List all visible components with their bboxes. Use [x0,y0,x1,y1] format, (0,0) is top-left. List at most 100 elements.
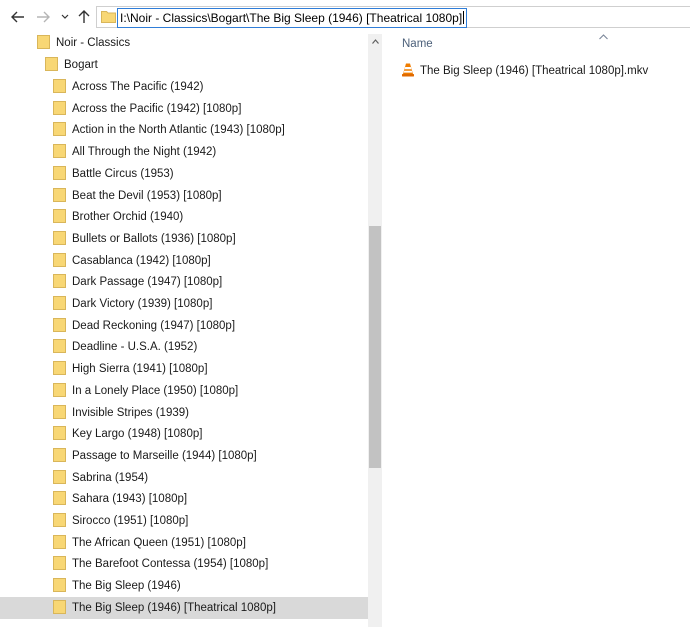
tree-item-label: In a Lonely Place (1950) [1080p] [72,385,239,397]
tree-item-label: Invisible Stripes (1939) [72,407,189,419]
tree-item[interactable]: Bullets or Ballots (1936) [1080p] [0,228,382,250]
tree-item-bogart[interactable]: Bogart [0,54,382,76]
navigation-pane: Noir - Classics Bogart Across The Pacifi… [0,34,382,627]
folder-icon [53,230,66,248]
folder-icon [53,490,66,508]
tree-item-label: The Big Sleep (1946) [72,580,181,592]
scroll-thumb[interactable] [369,226,381,468]
file-item[interactable]: The Big Sleep (1946) [Theatrical 1080p].… [401,62,648,80]
tree-item[interactable]: The Big Sleep (1946) [0,575,382,597]
tree-item-label: Bullets or Ballots (1936) [1080p] [72,233,236,245]
folder-icon [53,78,66,96]
tree-item[interactable]: Sirocco (1951) [1080p] [0,510,382,532]
folder-icon [53,143,66,161]
tree-item-label: Sirocco (1951) [1080p] [72,515,189,527]
forward-button[interactable] [32,8,54,26]
up-button[interactable] [74,8,94,26]
tree-item-label: Action in the North Atlantic (1943) [108… [72,124,285,136]
folder-icon [53,252,66,270]
tree-item[interactable]: High Sierra (1941) [1080p] [0,358,382,380]
tree-item-label: Brother Orchid (1940) [72,211,184,223]
chevron-down-icon [61,14,69,20]
arrow-up-icon [78,10,90,24]
folder-icon [53,534,66,552]
tree-item[interactable]: Dead Reckoning (1947) [1080p] [0,315,382,337]
tree-item-label: Casablanca (1942) [1080p] [72,255,211,267]
tree-item[interactable]: All Through the Night (1942) [0,141,382,163]
folder-icon [53,425,66,443]
tree-item[interactable]: Invisible Stripes (1939) [0,402,382,424]
tree-item-label: Sabrina (1954) [72,472,149,484]
tree-item-label: The African Queen (1951) [1080p] [72,537,246,549]
folder-icon [45,56,58,74]
tree-item[interactable]: Deadline - U.S.A. (1952) [0,336,382,358]
sort-ascending-icon [599,31,608,43]
folder-icon [53,447,66,465]
tree-item-label: All Through the Night (1942) [72,146,217,158]
tree-item[interactable]: Sabrina (1954) [0,467,382,489]
tree-item[interactable]: The Big Sleep (1946) [Theatrical 1080p] [0,597,382,619]
back-button[interactable] [7,8,29,26]
tree-item[interactable]: Beat the Devil (1953) [1080p] [0,185,382,207]
tree-item-label: Battle Circus (1953) [72,168,174,180]
folder-icon [53,187,66,205]
tree-item-label: Bogart [64,59,98,71]
tree-item[interactable]: Passage to Marseille (1944) [1080p] [0,445,382,467]
tree-item-label: Sahara (1943) [1080p] [72,493,188,505]
tree-item-label: Deadline - U.S.A. (1952) [72,341,198,353]
tree-item-label: Dark Victory (1939) [1080p] [72,298,213,310]
arrow-right-icon [36,11,50,23]
tree-item[interactable]: Across the Pacific (1942) [1080p] [0,98,382,120]
tree-item-label: High Sierra (1941) [1080p] [72,363,208,375]
recent-locations-button[interactable] [58,8,72,26]
tree-item[interactable]: Casablanca (1942) [1080p] [0,250,382,272]
tree-item[interactable]: The African Queen (1951) [1080p] [0,532,382,554]
tree-item-label: The Big Sleep (1946) [Theatrical 1080p] [72,602,276,614]
tree-item-label: Noir - Classics [56,37,131,49]
content-pane: Name The Big Sleep (1946) [Theatrical 10… [385,34,690,627]
nav-scrollbar[interactable] [368,34,382,627]
tree-item-label: Key Largo (1948) [1080p] [72,428,203,440]
column-header-label: Name [402,38,433,50]
folder-icon [101,10,116,26]
folder-icon [53,599,66,617]
folder-icon [53,360,66,378]
navigation-bar: I:\Noir - Classics\Bogart\The Big Sleep … [0,0,690,34]
folder-icon [53,577,66,595]
folder-icon [53,382,66,400]
vlc-cone-icon [401,62,415,80]
scroll-up-button[interactable] [368,34,382,48]
chevron-up-icon [371,35,379,47]
folder-icon [53,404,66,422]
folder-icon [53,165,66,183]
folder-icon [53,100,66,118]
tree-item[interactable]: Battle Circus (1953) [0,163,382,185]
arrow-left-icon [11,11,25,23]
tree-item[interactable]: Brother Orchid (1940) [0,206,382,228]
tree-item-label: Dark Passage (1947) [1080p] [72,276,223,288]
tree-item-label: Beat the Devil (1953) [1080p] [72,190,222,202]
folder-icon [53,555,66,573]
file-name: The Big Sleep (1946) [Theatrical 1080p].… [420,65,649,77]
tree-item-noir-classics[interactable]: Noir - Classics [0,34,382,54]
tree-item[interactable]: Action in the North Atlantic (1943) [108… [0,119,382,141]
tree-item[interactable]: In a Lonely Place (1950) [1080p] [0,380,382,402]
folder-icon [53,295,66,313]
tree-item[interactable]: Dark Victory (1939) [1080p] [0,293,382,315]
folder-icon [53,338,66,356]
tree-item[interactable]: Across The Pacific (1942) [0,76,382,98]
tree-item-label: The Barefoot Contessa (1954) [1080p] [72,558,269,570]
address-path: I:\Noir - Classics\Bogart\The Big Sleep … [120,11,463,25]
folder-icon [53,121,66,139]
tree-item[interactable]: Sahara (1943) [1080p] [0,488,382,510]
tree-item-label: Across the Pacific (1942) [1080p] [72,103,242,115]
tree-item[interactable]: Dark Passage (1947) [1080p] [0,271,382,293]
tree-item[interactable]: Key Largo (1948) [1080p] [0,423,382,445]
folder-icon [53,208,66,226]
folder-icon [37,34,50,52]
tree-item[interactable]: The Barefoot Contessa (1954) [1080p] [0,553,382,575]
folder-icon [53,273,66,291]
address-input[interactable]: I:\Noir - Classics\Bogart\The Big Sleep … [117,8,468,28]
address-bar[interactable]: I:\Noir - Classics\Bogart\The Big Sleep … [96,6,690,28]
name-column-header[interactable]: Name [402,38,433,50]
